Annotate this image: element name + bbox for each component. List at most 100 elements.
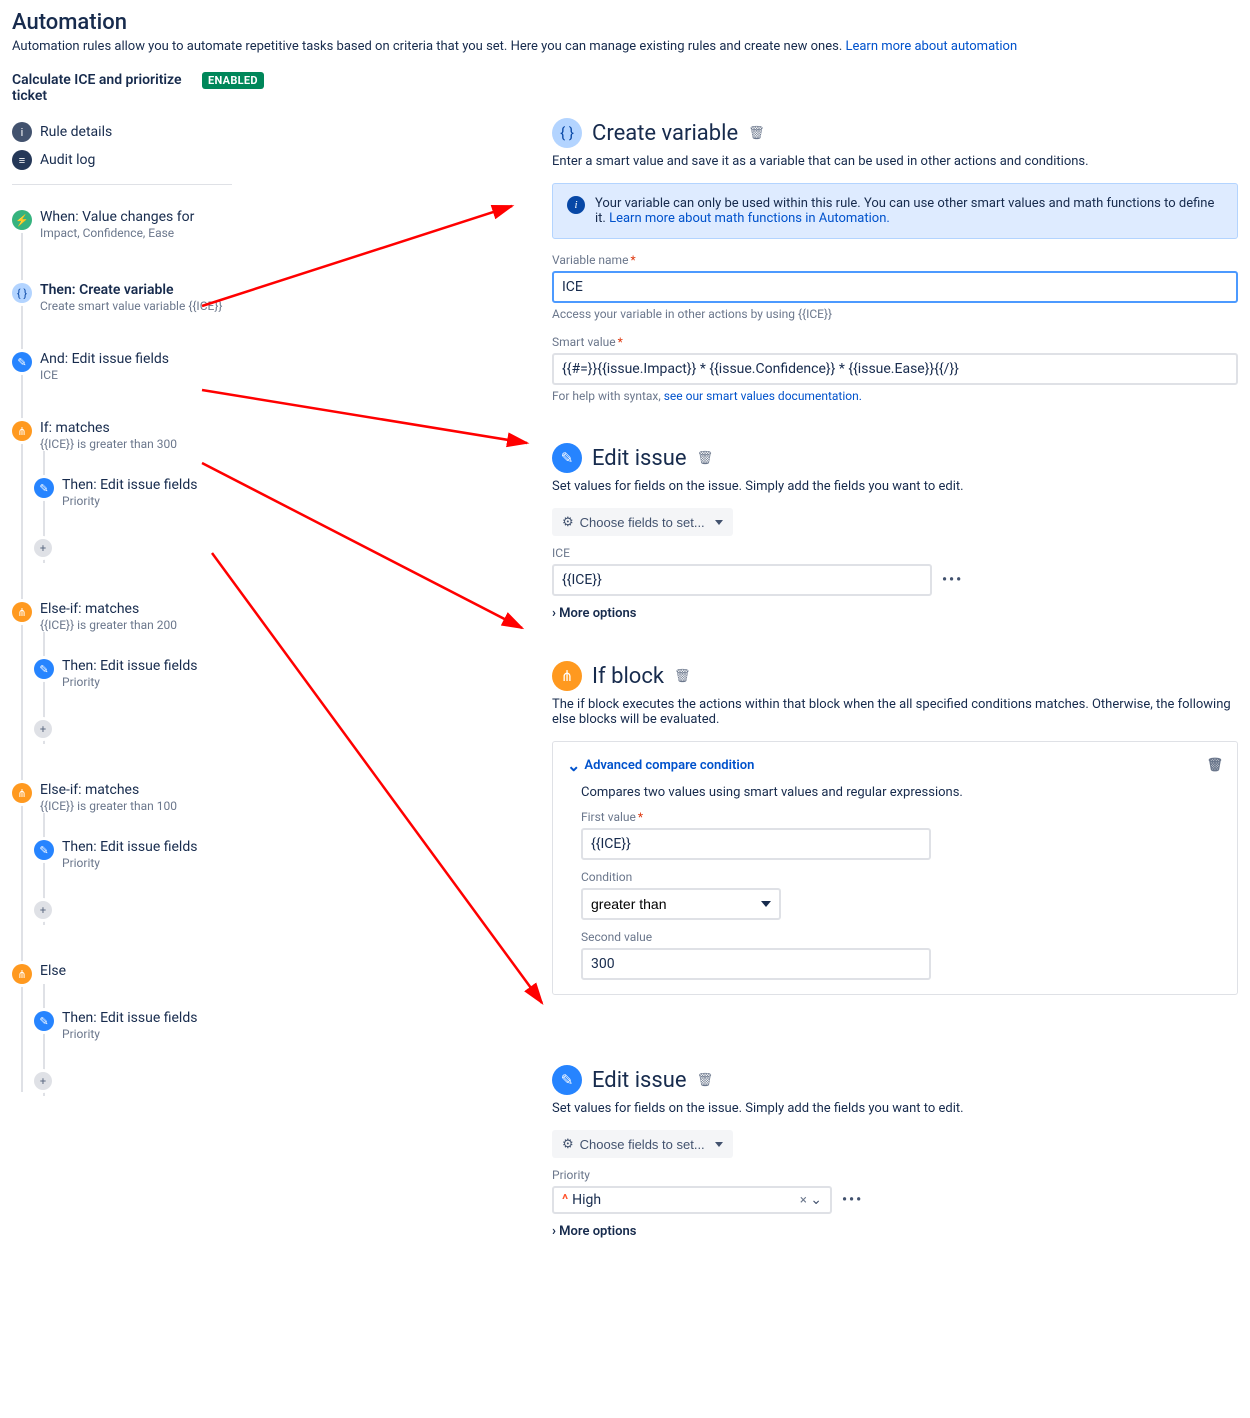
- panel-create-variable: { } Create variable 🗑 Enter a smart valu…: [552, 118, 1238, 403]
- node-if-then[interactable]: ✎ Then: Edit issue fields Priority: [34, 471, 232, 514]
- node-sub: Priority: [62, 675, 197, 689]
- choose-fields-button[interactable]: ⚙Choose fields to set...: [552, 508, 733, 536]
- syntax-link[interactable]: see our smart values documentation.: [664, 389, 862, 403]
- ice-field-input[interactable]: [552, 564, 932, 596]
- divider: [12, 184, 232, 185]
- field-label: Second value: [581, 930, 1223, 944]
- more-actions-icon[interactable]: •••: [942, 572, 963, 588]
- help-text: For help with syntax, see our smart valu…: [552, 389, 1238, 403]
- more-options-toggle[interactable]: More options: [552, 606, 1238, 621]
- condition-desc: Compares two values using smart values a…: [581, 785, 1223, 800]
- node-sub: ICE: [40, 368, 169, 382]
- nav-rule-details[interactable]: i Rule details: [12, 118, 232, 146]
- variable-name-input[interactable]: [552, 271, 1238, 303]
- panel-desc: Set values for fields on the issue. Simp…: [552, 479, 1238, 494]
- first-value-input[interactable]: [581, 828, 931, 860]
- panel-desc: Enter a smart value and save it as a var…: [552, 154, 1238, 169]
- plus-icon: +: [34, 720, 52, 738]
- page-intro: Automation rules allow you to automate r…: [12, 39, 1238, 54]
- node-title: When: Value changes for: [40, 209, 194, 225]
- node-sub: Impact, Confidence, Ease: [40, 226, 194, 240]
- delete-icon[interactable]: 🗑: [674, 669, 691, 684]
- info-link[interactable]: Learn more about math functions in Autom…: [609, 211, 890, 226]
- info-icon: i: [567, 196, 585, 214]
- more-actions-icon[interactable]: •••: [842, 1192, 863, 1208]
- field-label: Variable name: [552, 253, 1238, 267]
- node-elseif-100-then[interactable]: ✎ Then: Edit issue fields Priority: [34, 833, 232, 876]
- delete-icon[interactable]: 🗑: [697, 451, 714, 466]
- condition-select[interactable]: greater than: [581, 888, 781, 920]
- node-title: Else: [40, 963, 66, 979]
- second-value-input[interactable]: [581, 948, 931, 980]
- add-step[interactable]: +: [34, 1065, 232, 1096]
- info-box: i Your variable can only be used within …: [552, 183, 1238, 239]
- node-create-variable[interactable]: { } Then: Create variable Create smart v…: [12, 276, 232, 319]
- clear-icon[interactable]: ×: [800, 1193, 807, 1208]
- panel-edit-issue-priority: ✎ Edit issue 🗑 Set values for fields on …: [552, 1065, 1238, 1239]
- delete-icon[interactable]: 🗑: [748, 126, 765, 141]
- field-label: Condition: [581, 870, 1223, 884]
- nav-audit-log[interactable]: ≡ Audit log: [12, 146, 232, 174]
- pencil-icon: ✎: [552, 1065, 582, 1095]
- node-title: Then: Create variable: [40, 282, 222, 298]
- branch-icon: ⋔: [552, 661, 582, 691]
- list-icon: ≡: [12, 150, 32, 170]
- gear-icon: ⚙: [562, 1136, 574, 1152]
- branch-icon: ⋔: [12, 964, 32, 984]
- delete-icon[interactable]: 🗑: [697, 1073, 714, 1088]
- field-label: Priority: [552, 1168, 1238, 1182]
- intro-text: Automation rules allow you to automate r…: [12, 39, 845, 54]
- add-step[interactable]: +: [34, 894, 232, 925]
- panel-title: Edit issue: [592, 1068, 687, 1093]
- panel-desc: The if block executes the actions within…: [552, 697, 1238, 727]
- node-sub: Priority: [62, 494, 197, 508]
- pencil-icon: ✎: [34, 478, 54, 498]
- panel-title: If block: [592, 664, 664, 689]
- plus-icon: +: [34, 901, 52, 919]
- status-badge: ENABLED: [202, 72, 264, 89]
- node-sub: {{ICE}} is greater than 100: [40, 799, 177, 813]
- add-step[interactable]: +: [34, 532, 232, 563]
- braces-icon: { }: [552, 118, 582, 148]
- node-title: Else-if: matches: [40, 601, 177, 617]
- panel-title: Edit issue: [592, 446, 687, 471]
- chevron-down-icon[interactable]: ⌄: [810, 1192, 822, 1208]
- panel-title: Create variable: [592, 121, 738, 146]
- pencil-icon: ✎: [12, 352, 32, 372]
- smart-value-input[interactable]: [552, 353, 1238, 385]
- node-title: Then: Edit issue fields: [62, 477, 197, 493]
- choose-fields-button[interactable]: ⚙Choose fields to set...: [552, 1130, 733, 1158]
- node-when[interactable]: ⚡ When: Value changes for Impact, Confid…: [12, 203, 232, 246]
- node-sub: {{ICE}} is greater than 200: [40, 618, 177, 632]
- more-options-toggle[interactable]: More options: [552, 1224, 1238, 1239]
- node-elseif-200-then[interactable]: ✎ Then: Edit issue fields Priority: [34, 652, 232, 695]
- plus-icon: +: [34, 1072, 52, 1090]
- node-elseif-100[interactable]: ⋔ Else-if: matches {{ICE}} is greater th…: [12, 776, 232, 931]
- node-if[interactable]: ⋔ If: matches {{ICE}} is greater than 30…: [12, 414, 232, 569]
- panel-desc: Set values for fields on the issue. Simp…: [552, 1101, 1238, 1116]
- node-title: Else-if: matches: [40, 782, 177, 798]
- branch-icon: ⋔: [12, 783, 32, 803]
- node-else[interactable]: ⋔ Else ✎ Then: Edit issue fields: [12, 957, 232, 1102]
- branch-icon: ⋔: [12, 602, 32, 622]
- panel-if-block: ⋔ If block 🗑 The if block executes the a…: [552, 661, 1238, 995]
- priority-select[interactable]: ^High × ⌄: [552, 1186, 832, 1214]
- learn-more-link[interactable]: Learn more about automation: [845, 39, 1017, 54]
- add-step[interactable]: +: [34, 713, 232, 744]
- field-label: ICE: [552, 546, 1238, 560]
- gear-icon: ⚙: [562, 514, 574, 530]
- braces-icon: { }: [12, 283, 32, 303]
- node-sub: Priority: [62, 856, 197, 870]
- trigger-icon: ⚡: [12, 210, 32, 230]
- node-and-edit[interactable]: ✎ And: Edit issue fields ICE: [12, 345, 232, 388]
- node-title: And: Edit issue fields: [40, 351, 169, 367]
- panel-edit-issue: ✎ Edit issue 🗑 Set values for fields on …: [552, 443, 1238, 621]
- field-label: Smart value: [552, 335, 1238, 349]
- condition-header[interactable]: Advanced compare condition 🗑: [567, 756, 1223, 775]
- nav-label: Audit log: [40, 152, 95, 168]
- help-text: Access your variable in other actions by…: [552, 307, 1238, 321]
- delete-icon[interactable]: 🗑: [1206, 758, 1223, 773]
- branch-icon: ⋔: [12, 421, 32, 441]
- node-else-then[interactable]: ✎ Then: Edit issue fields Priority: [34, 1004, 232, 1047]
- node-elseif-200[interactable]: ⋔ Else-if: matches {{ICE}} is greater th…: [12, 595, 232, 750]
